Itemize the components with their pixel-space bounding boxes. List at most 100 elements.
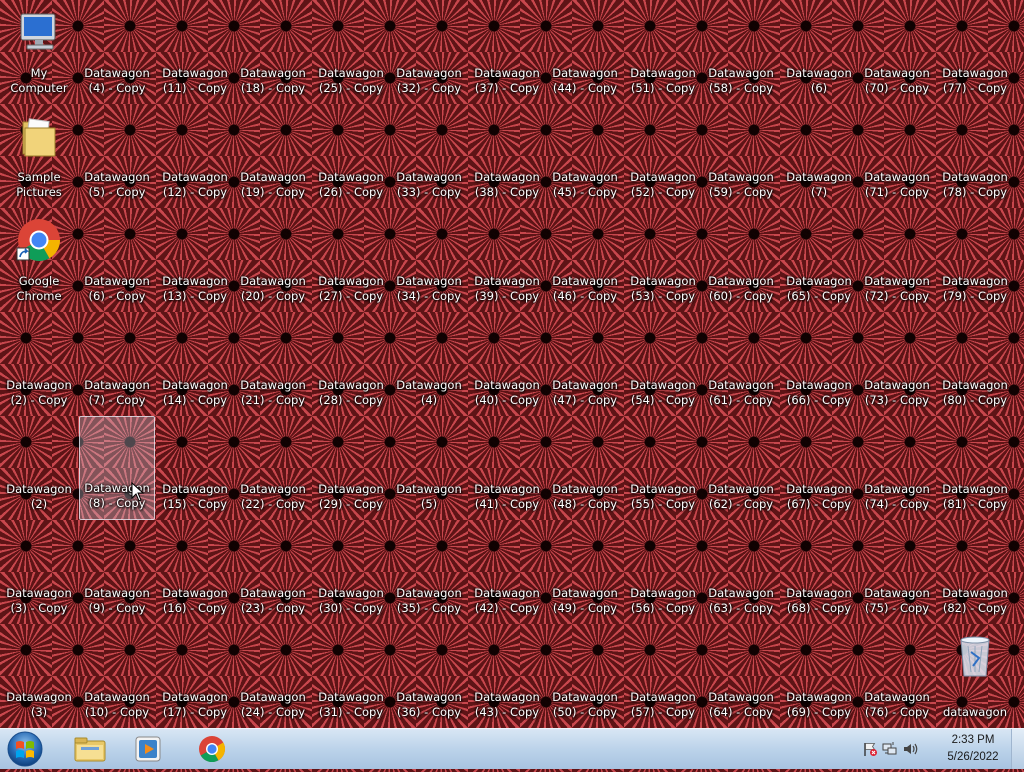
desktop-icon-datawagon[interactable]: Datawagon (72) - Copy [859,208,935,312]
desktop-icon-datawagon[interactable]: Datawagon (63) - Copy [703,520,779,624]
desktop-icon-datawagon[interactable]: Datawagon (26) - Copy [313,104,389,208]
show-desktop-button[interactable] [1011,729,1024,769]
desktop-icon-datawagon[interactable]: Datawagon (43) - Copy [469,624,545,728]
desktop-icon-datawagon[interactable]: Datawagon (9) - Copy [79,520,155,624]
desktop-icon-datawagon[interactable]: Datawagon (10) - Copy [79,624,155,728]
network-icon[interactable] [882,741,898,757]
desktop-icon-datawagon[interactable]: Datawagon (31) - Copy [313,624,389,728]
desktop-icon-datawagon[interactable]: Datawagon (41) - Copy [469,416,545,520]
desktop-icon-datawagon[interactable]: Datawagon (48) - Copy [547,416,623,520]
desktop-icon-datawagon[interactable]: Datawagon (69) - Copy [781,624,857,728]
desktop-icon-datawagon[interactable]: Datawagon (6) [781,0,857,104]
desktop-icon-datawagon[interactable]: Datawagon (36) - Copy [391,624,467,728]
desktop-icon-datawagon[interactable]: Datawagon (61) - Copy [703,312,779,416]
desktop-icon-datawagon[interactable]: Datawagon (28) - Copy [313,312,389,416]
desktop-icon-datawagon[interactable]: Datawagon (52) - Copy [625,104,701,208]
desktop-icon-google-chrome[interactable]: Google Chrome [1,208,77,312]
desktop-icon-datawagon[interactable]: Datawagon (13) - Copy [157,208,233,312]
taskbar-media-player-button[interactable] [120,731,176,767]
desktop-icon-recycle-bin[interactable]: datawagon [937,624,1013,728]
desktop-icon-datawagon[interactable]: Datawagon (78) - Copy [937,104,1013,208]
desktop-icon-datawagon[interactable]: Datawagon (23) - Copy [235,520,311,624]
desktop-icon-datawagon[interactable]: Datawagon (5) - Copy [79,104,155,208]
desktop-icon-datawagon[interactable]: Datawagon (20) - Copy [235,208,311,312]
desktop-icon-datawagon[interactable]: Datawagon (34) - Copy [391,208,467,312]
start-button[interactable] [4,730,46,768]
desktop-icon-datawagon[interactable]: Datawagon (5) [391,416,467,520]
desktop-icon-datawagon[interactable]: Datawagon (2) [1,416,77,520]
desktop-icon-datawagon[interactable]: Datawagon (74) - Copy [859,416,935,520]
desktop-icon-datawagon[interactable]: Datawagon (71) - Copy [859,104,935,208]
desktop-icon-datawagon[interactable]: Datawagon (44) - Copy [547,0,623,104]
desktop-icon-datawagon[interactable]: Datawagon (8) - Copy [79,416,155,520]
desktop-icon-datawagon[interactable]: Datawagon (70) - Copy [859,0,935,104]
desktop-icon-datawagon[interactable]: Datawagon (45) - Copy [547,104,623,208]
desktop-icon-datawagon[interactable]: Datawagon (19) - Copy [235,104,311,208]
desktop-icon-datawagon[interactable]: Datawagon (27) - Copy [313,208,389,312]
desktop-icon-datawagon[interactable]: Datawagon (55) - Copy [625,416,701,520]
desktop-icon-datawagon[interactable]: Datawagon (4) [391,312,467,416]
action-center-flag-icon[interactable] [862,741,878,757]
desktop-icon-datawagon[interactable]: Datawagon (16) - Copy [157,520,233,624]
desktop-icon-datawagon[interactable]: Datawagon (3) - Copy [1,520,77,624]
desktop-icon-datawagon[interactable]: Datawagon (64) - Copy [703,624,779,728]
desktop-icon-datawagon[interactable]: Datawagon (46) - Copy [547,208,623,312]
desktop-icon-datawagon[interactable]: Datawagon (68) - Copy [781,520,857,624]
desktop-icon-datawagon[interactable]: Datawagon (80) - Copy [937,312,1013,416]
desktop-icon-datawagon[interactable]: Datawagon (7) [781,104,857,208]
desktop-icon-datawagon[interactable]: Datawagon (37) - Copy [469,0,545,104]
desktop-icon-datawagon[interactable]: Datawagon (59) - Copy [703,104,779,208]
desktop-icon-datawagon[interactable]: Datawagon (14) - Copy [157,312,233,416]
desktop-icon-datawagon[interactable]: Datawagon (6) - Copy [79,208,155,312]
desktop-icon-datawagon[interactable]: Datawagon (3) [1,624,77,728]
desktop-icon-datawagon[interactable]: Datawagon (29) - Copy [313,416,389,520]
desktop-icon-datawagon[interactable]: Datawagon (12) - Copy [157,104,233,208]
desktop-icon-datawagon[interactable]: Datawagon (18) - Copy [235,0,311,104]
taskbar-explorer-button[interactable] [62,731,118,767]
desktop-icon-datawagon[interactable]: Datawagon (67) - Copy [781,416,857,520]
desktop-icon-my-computer[interactable]: My Computer [1,0,77,104]
desktop-icon-datawagon[interactable]: Datawagon (82) - Copy [937,520,1013,624]
desktop-icon-datawagon[interactable]: Datawagon (75) - Copy [859,520,935,624]
desktop-icon-datawagon[interactable]: Datawagon (73) - Copy [859,312,935,416]
desktop-icon-datawagon[interactable]: Datawagon (76) - Copy [859,624,935,728]
desktop-icon-datawagon[interactable]: Datawagon (57) - Copy [625,624,701,728]
desktop-icon-datawagon[interactable]: Datawagon (4) - Copy [79,0,155,104]
desktop-icon-datawagon[interactable]: Datawagon (33) - Copy [391,104,467,208]
desktop-icon-datawagon[interactable]: Datawagon (15) - Copy [157,416,233,520]
desktop-icon-datawagon[interactable]: Datawagon (81) - Copy [937,416,1013,520]
desktop-icon-datawagon[interactable]: Datawagon (40) - Copy [469,312,545,416]
desktop-icon-datawagon[interactable]: Datawagon (51) - Copy [625,0,701,104]
clock[interactable]: 2:33 PM 5/26/2022 [940,732,1006,766]
volume-icon[interactable] [902,741,918,757]
desktop-icon-datawagon[interactable]: Datawagon (32) - Copy [391,0,467,104]
desktop-icon-datawagon[interactable]: Datawagon (62) - Copy [703,416,779,520]
desktop-icon-datawagon[interactable]: Datawagon (30) - Copy [313,520,389,624]
desktop-icon-datawagon[interactable]: Datawagon (2) - Copy [1,312,77,416]
desktop-icon-datawagon[interactable]: Datawagon (35) - Copy [391,520,467,624]
desktop-icon-datawagon[interactable]: Datawagon (22) - Copy [235,416,311,520]
desktop-icon-datawagon[interactable]: Datawagon (60) - Copy [703,208,779,312]
taskbar-chrome-button[interactable] [184,731,240,767]
desktop-icon-datawagon[interactable]: Datawagon (56) - Copy [625,520,701,624]
desktop-icon-datawagon[interactable]: Datawagon (66) - Copy [781,312,857,416]
desktop-icon-datawagon[interactable]: Datawagon (38) - Copy [469,104,545,208]
desktop-icon-datawagon[interactable]: Datawagon (25) - Copy [313,0,389,104]
desktop-icon-datawagon[interactable]: Datawagon (79) - Copy [937,208,1013,312]
desktop-icon-sample-pictures[interactable]: Sample Pictures [1,104,77,208]
desktop-icon-datawagon[interactable]: Datawagon (77) - Copy [937,0,1013,104]
desktop-icon-datawagon[interactable]: Datawagon (65) - Copy [781,208,857,312]
desktop-icon-datawagon[interactable]: Datawagon (58) - Copy [703,0,779,104]
desktop[interactable]: My Computer Sample Pictures Google Chrome D… [0,0,1024,728]
desktop-icon-datawagon[interactable]: Datawagon (42) - Copy [469,520,545,624]
desktop-icon-datawagon[interactable]: Datawagon (7) - Copy [79,312,155,416]
desktop-icon-datawagon[interactable]: Datawagon (24) - Copy [235,624,311,728]
desktop-icon-datawagon[interactable]: Datawagon (53) - Copy [625,208,701,312]
desktop-icon-datawagon[interactable]: Datawagon (11) - Copy [157,0,233,104]
desktop-icon-datawagon[interactable]: Datawagon (50) - Copy [547,624,623,728]
desktop-icon-datawagon[interactable]: Datawagon (39) - Copy [469,208,545,312]
desktop-icon-datawagon[interactable]: Datawagon (47) - Copy [547,312,623,416]
desktop-icon-datawagon[interactable]: Datawagon (17) - Copy [157,624,233,728]
desktop-icon-datawagon[interactable]: Datawagon (54) - Copy [625,312,701,416]
desktop-icon-datawagon[interactable]: Datawagon (21) - Copy [235,312,311,416]
